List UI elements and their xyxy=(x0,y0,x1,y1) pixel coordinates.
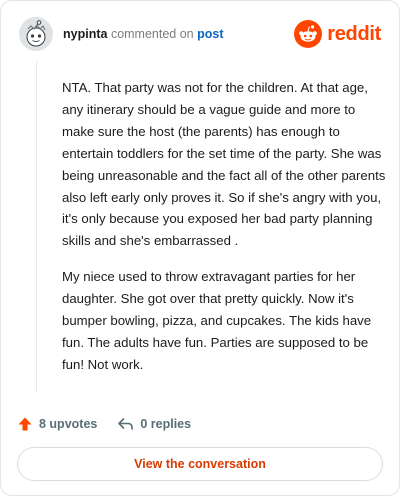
thread-line xyxy=(36,61,37,393)
upvote-button[interactable]: 8 upvotes xyxy=(17,416,97,432)
comment-embed-card: nypinta commented on post reddit NTA. Th… xyxy=(0,0,400,496)
upvote-arrow-icon xyxy=(18,417,32,431)
comment-paragraph: NTA. That party was not for the children… xyxy=(62,80,386,249)
comment-header: nypinta commented on post reddit xyxy=(19,17,381,53)
upvote-count: 8 upvotes xyxy=(39,417,98,431)
comment-paragraph: My niece used to throw extravagant parti… xyxy=(62,269,372,372)
reply-count: 0 replies xyxy=(140,417,192,431)
snoo-avatar-icon[interactable] xyxy=(19,17,53,51)
action-text: commented on xyxy=(110,27,194,41)
reddit-wordmark: reddit xyxy=(327,22,381,45)
view-conversation-button[interactable]: View the conversation xyxy=(17,447,383,481)
replies-button[interactable]: 0 replies xyxy=(117,416,191,432)
reddit-alien-icon xyxy=(294,20,323,48)
reply-arrow-icon xyxy=(118,418,134,430)
reddit-logo[interactable]: reddit xyxy=(294,19,381,49)
comment-body: NTA. That party was not for the children… xyxy=(62,77,386,390)
comment-actions: 8 upvotes 0 replies xyxy=(17,413,211,435)
post-link[interactable]: post xyxy=(197,27,223,41)
username-link[interactable]: nypinta xyxy=(63,27,107,41)
comment-byline: nypinta commented on post xyxy=(63,27,224,41)
